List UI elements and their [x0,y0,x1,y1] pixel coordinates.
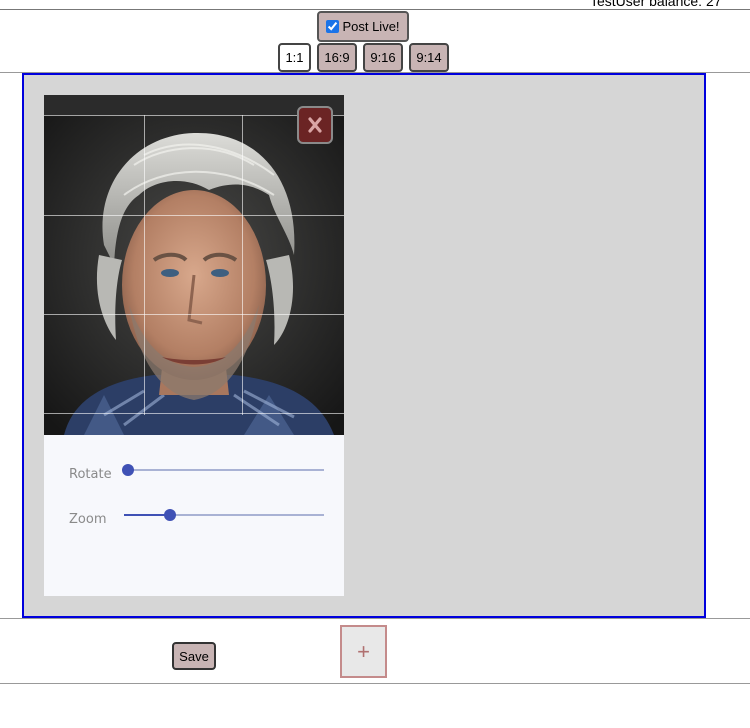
close-crop-button[interactable] [297,106,333,144]
zoom-label: Zoom [69,512,107,527]
post-live-checkbox[interactable] [326,20,340,33]
rotate-slider-thumb[interactable] [122,464,134,476]
crop-editor: Rotate Zoom Save [44,95,344,670]
close-x-icon [308,117,322,133]
top-divider [0,9,750,10]
aspect-ratio-selector: 1:1 16:9 9:16 9:14 [0,43,750,73]
rotate-label: Rotate [69,467,112,482]
ratio-button-9-16[interactable]: 9:16 [363,43,403,72]
crop-controls: Rotate Zoom Save [44,435,344,670]
add-image-button[interactable]: + [340,625,387,678]
rotate-slider-track [124,469,324,471]
rotate-slider[interactable] [122,464,324,476]
portrait-photo [44,95,344,435]
post-live-toggle[interactable]: Post Live! [317,11,409,42]
crop-image[interactable] [44,95,344,435]
crop-grid-line [44,413,344,414]
section-divider [0,618,750,619]
post-live-label: Post Live! [342,19,400,34]
save-button[interactable]: Save [172,642,216,670]
user-balance: TestUser balance: 27 [590,0,722,8]
ratio-button-1-1[interactable]: 1:1 [278,43,311,72]
image-stage: Rotate Zoom Save [22,73,706,670]
zoom-slider-thumb[interactable] [164,509,176,521]
bottom-divider [0,683,750,684]
crop-grid-line [242,115,243,415]
crop-grid-line [44,215,344,216]
crop-grid-line [44,314,344,315]
crop-grid-line [144,115,145,415]
ratio-button-16-9[interactable]: 16:9 [317,43,357,72]
zoom-slider[interactable] [124,509,324,521]
ratio-button-9-14[interactable]: 9:14 [409,43,449,72]
